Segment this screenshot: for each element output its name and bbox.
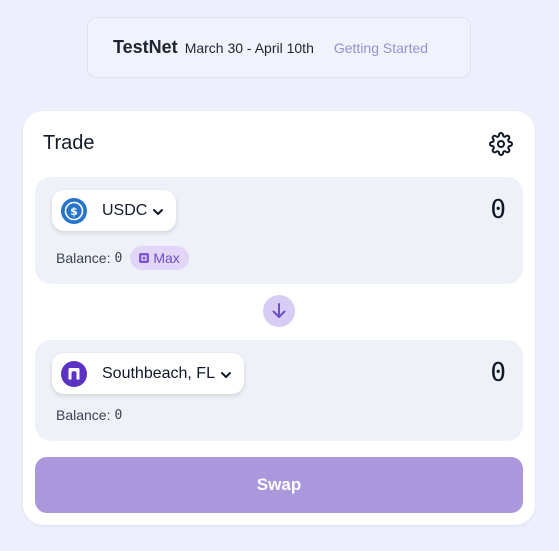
southbeach-token-icon bbox=[61, 360, 87, 387]
from-token-label: USDC bbox=[102, 201, 148, 219]
getting-started-link[interactable]: Getting Started bbox=[334, 40, 428, 56]
to-token-select[interactable]: Southbeach, FL bbox=[52, 353, 244, 394]
from-balance: Balance: 0 Max bbox=[56, 246, 189, 270]
to-balance: Balance: 0 bbox=[56, 407, 122, 423]
banner-title: TestNet bbox=[113, 37, 178, 57]
settings-gear-icon[interactable] bbox=[489, 132, 513, 156]
trade-title: Trade bbox=[43, 132, 95, 154]
chevron-down-icon bbox=[152, 205, 164, 217]
trade-card: Trade $ USDC Balance: 0 bbox=[23, 111, 535, 525]
max-button[interactable]: Max bbox=[130, 246, 189, 270]
testnet-banner: TestNet March 30 - April 10th Getting St… bbox=[87, 17, 471, 78]
banner-dates: March 30 - April 10th bbox=[184, 39, 314, 56]
to-token-label: Southbeach, FL bbox=[102, 364, 215, 382]
to-amount-input[interactable] bbox=[386, 358, 506, 388]
swap-label: Swap bbox=[256, 475, 302, 494]
to-panel: Southbeach, FL Balance: 0 bbox=[35, 340, 523, 441]
from-balance-value: 0 bbox=[114, 250, 123, 266]
swap-button[interactable]: Swap bbox=[35, 457, 523, 513]
from-amount-input[interactable] bbox=[386, 195, 506, 225]
to-balance-label: Balance: bbox=[56, 407, 111, 423]
to-balance-value: 0 bbox=[114, 407, 123, 423]
chevron-down-icon bbox=[220, 368, 232, 380]
max-token-icon bbox=[139, 253, 150, 263]
arrow-down-icon bbox=[272, 303, 286, 318]
max-label: Max bbox=[153, 250, 180, 266]
svg-text:$: $ bbox=[70, 205, 78, 218]
from-panel: $ USDC Balance: 0 Max bbox=[35, 177, 523, 284]
from-balance-label: Balance: bbox=[56, 250, 111, 266]
usdc-icon: $ bbox=[61, 197, 87, 224]
switch-direction-button[interactable] bbox=[263, 295, 295, 327]
from-token-select[interactable]: $ USDC bbox=[52, 190, 177, 231]
